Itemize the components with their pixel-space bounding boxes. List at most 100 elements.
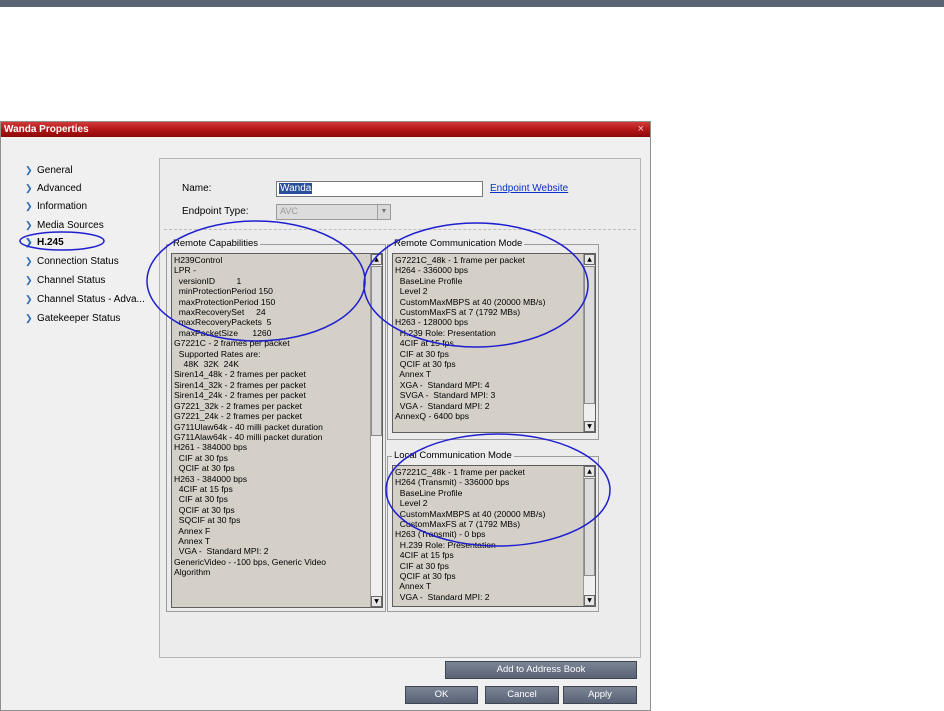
list-line: Annex T: [395, 369, 432, 380]
list-line: SQCIF at 30 fps: [174, 515, 241, 526]
local-communication-mode-title: Local Communication Mode: [392, 450, 514, 461]
scrollbar[interactable]: ▲ ▼: [583, 466, 595, 606]
list-line: G7221C_48k - 1 frame per packet: [395, 467, 525, 477]
chevron-right-icon: ❯: [25, 220, 33, 230]
scroll-up-icon[interactable]: ▲: [371, 254, 382, 265]
scroll-thumb[interactable]: [371, 266, 382, 436]
ok-button[interactable]: OK: [405, 686, 478, 704]
list-line: G711Alaw64k - 40 milli packet duration: [174, 431, 323, 442]
list-line: CIF at 30 fps: [174, 452, 228, 463]
scroll-down-icon[interactable]: ▼: [371, 596, 382, 607]
list-line: H263 - 384000 bps: [174, 473, 248, 484]
list-line: G7221C_48k - 1 frame per packet: [395, 255, 525, 265]
title-bar: Wanda Properties ×: [1, 122, 650, 137]
list-line: H.239 Role: Presentation: [395, 327, 496, 338]
chevron-right-icon: ❯: [25, 275, 33, 285]
apply-button[interactable]: Apply: [563, 686, 637, 704]
sidebar-nav: ❯ General ❯ Advanced ❯ Information ❯ Media S…: [1, 138, 159, 698]
list-line: GenericVideo - -100 bps, Generic Video: [174, 556, 327, 567]
sidebar-item-media-sources[interactable]: ❯ Media Sources: [25, 217, 104, 233]
list-line: versionID 1: [174, 275, 242, 286]
endpoint-website-link[interactable]: Endpoint Website: [490, 183, 568, 194]
name-input[interactable]: Wanda: [276, 181, 483, 197]
list-line: maxRecoverySet 24: [174, 307, 266, 318]
chevron-right-icon: ❯: [25, 313, 33, 323]
sidebar-item-gatekeeper-status[interactable]: ❯ Gatekeeper Status: [25, 310, 120, 326]
list-line: maxPacketSize 1260: [174, 327, 272, 338]
list-line: CIF at 30 fps: [174, 494, 228, 505]
list-line: H239Control: [174, 255, 223, 265]
window-title: Wanda Properties: [4, 124, 89, 135]
list-line: H.239 Role: Presentation: [395, 539, 496, 550]
sidebar-item-channel-status-advanced[interactable]: ❯ Channel Status - Adva...: [25, 291, 145, 307]
list-line: AnnexQ - 6400 bps: [395, 411, 470, 422]
list-line: Siren14_24k - 2 frames per packet: [174, 390, 306, 401]
list-line: G7221_24k - 2 frames per packet: [174, 411, 303, 422]
remote-communication-mode-list[interactable]: G7221C_48k - 1 frame per packet H264 - 33…: [392, 253, 596, 433]
sidebar-item-advanced[interactable]: ❯ Advanced: [25, 180, 81, 196]
scrollbar[interactable]: ▲ ▼: [370, 254, 382, 607]
list-line: CustomMaxMBPS at 40 (20000 MB/s): [395, 508, 546, 519]
list-line: CIF at 30 fps: [395, 348, 449, 359]
sidebar-item-information[interactable]: ❯ Information: [25, 198, 87, 214]
scrollbar[interactable]: ▲ ▼: [583, 254, 595, 432]
sidebar-item-connection-status[interactable]: ❯ Connection Status: [25, 253, 119, 269]
divider: [164, 229, 636, 230]
list-line: minProtectionPeriod 150: [174, 286, 273, 297]
list-line: 4CIF at 15 fps: [395, 338, 454, 349]
list-line: SVGA - Standard MPI: 3: [395, 390, 496, 401]
list-line: H261 - 384000 bps: [174, 442, 248, 453]
list-line: H263 - 128000 bps: [395, 317, 469, 328]
remote-capabilities-text: H239Control LPR - versionID 1 minProtecti…: [174, 255, 326, 578]
chevron-down-icon[interactable]: ▼: [377, 205, 390, 219]
endpoint-type-label: Endpoint Type:: [182, 206, 249, 217]
scroll-up-icon[interactable]: ▲: [584, 254, 595, 265]
sidebar-item-h245[interactable]: ❯ H.245: [25, 234, 64, 250]
list-line: Siren14_48k - 2 frames per packet: [174, 369, 306, 380]
list-line: QCIF at 30 fps: [174, 504, 235, 515]
properties-dialog: Wanda Properties × ❯ General ❯ Advanced ❯ I…: [0, 121, 651, 711]
list-line: Algorithm: [174, 567, 211, 578]
name-value: Wanda: [279, 183, 313, 194]
list-line: Level 2: [395, 286, 428, 297]
list-line: XGA - Standard MPI: 4: [395, 379, 490, 390]
local-communication-mode-text: G7221C_48k - 1 frame per packet H264 (Tra…: [395, 467, 545, 602]
scroll-down-icon[interactable]: ▼: [584, 595, 595, 606]
sidebar-item-general[interactable]: ❯ General: [25, 162, 73, 178]
list-line: CustomMaxFS at 7 (1792 MBs): [395, 307, 521, 318]
list-line: H263 (Transmit) - 0 bps: [395, 529, 486, 540]
list-line: G7221C - 2 frames per packet: [174, 338, 290, 349]
chevron-right-icon: ❯: [25, 165, 33, 175]
remote-capabilities-group: Remote Capabilities H239Control LPR - ver…: [166, 238, 386, 612]
list-line: Annex F: [174, 525, 211, 536]
chevron-right-icon: ❯: [25, 256, 33, 266]
cancel-button[interactable]: Cancel: [485, 686, 559, 704]
chevron-right-icon: ❯: [25, 237, 33, 247]
scroll-thumb[interactable]: [584, 266, 595, 404]
list-line: VGA - Standard MPI: 2: [395, 400, 490, 411]
list-line: Level 2: [395, 498, 428, 509]
name-label: Name:: [182, 183, 212, 194]
scroll-thumb[interactable]: [584, 478, 595, 576]
sidebar-item-channel-status[interactable]: ❯ Channel Status: [25, 272, 105, 288]
remote-communication-mode-group: Remote Communication Mode G7221C_48k - 1…: [387, 238, 599, 440]
scroll-down-icon[interactable]: ▼: [584, 421, 595, 432]
close-icon[interactable]: ×: [638, 122, 644, 137]
list-line: QCIF at 30 fps: [395, 571, 456, 582]
list-line: H264 - 336000 bps: [395, 265, 469, 276]
chevron-right-icon: ❯: [25, 201, 33, 211]
local-communication-mode-list[interactable]: G7221C_48k - 1 frame per packet H264 (Tra…: [392, 465, 596, 607]
list-line: 4CIF at 15 fps: [174, 483, 233, 494]
add-to-address-book-button[interactable]: Add to Address Book: [445, 661, 637, 679]
list-line: maxProtectionPeriod 150: [174, 296, 276, 307]
remote-capabilities-list[interactable]: H239Control LPR - versionID 1 minProtecti…: [171, 253, 383, 608]
endpoint-type-value: AVC: [280, 206, 298, 216]
list-line: VGA - Standard MPI: 2: [395, 591, 490, 602]
scroll-up-icon[interactable]: ▲: [584, 466, 595, 477]
list-line: Siren14_32k - 2 frames per packet: [174, 379, 306, 390]
endpoint-type-select[interactable]: AVC ▼: [276, 204, 391, 220]
remote-communication-mode-text: G7221C_48k - 1 frame per packet H264 - 33…: [395, 255, 545, 422]
chevron-right-icon: ❯: [25, 183, 33, 193]
list-line: 48K 32K 24K: [174, 359, 239, 370]
list-line: H264 (Transmit) - 336000 bps: [395, 477, 510, 488]
